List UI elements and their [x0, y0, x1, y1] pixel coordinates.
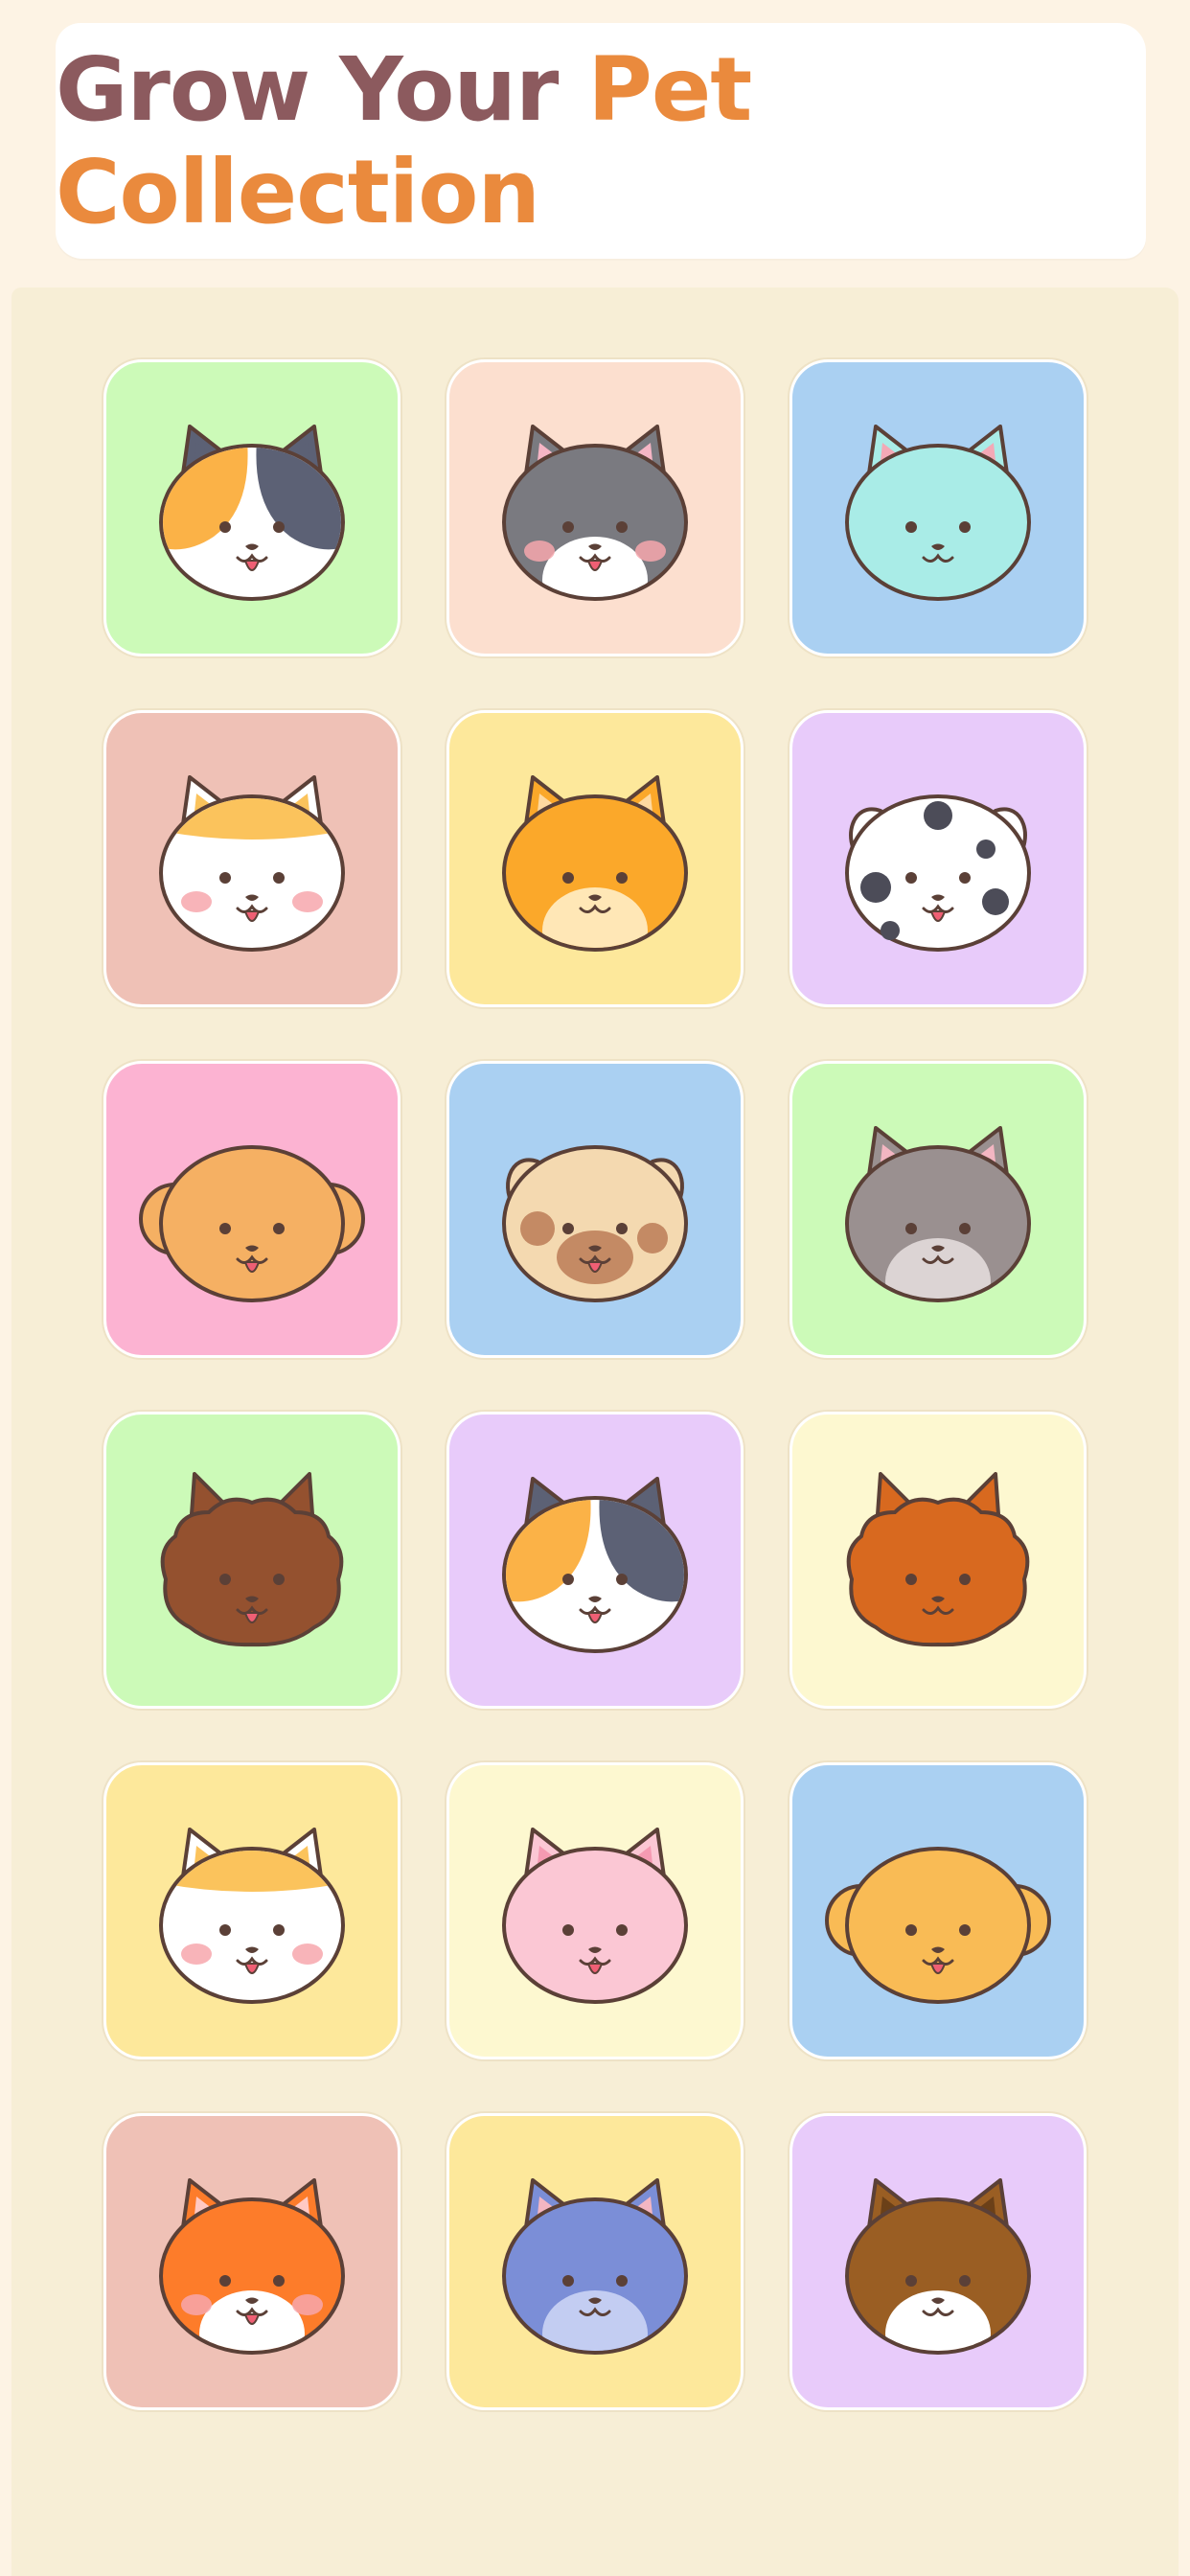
white-orange-dog-2-icon — [159, 1828, 345, 2004]
pet-tile-spotted-pup[interactable] — [446, 1061, 744, 1358]
pet-tile-poodle[interactable] — [103, 1061, 400, 1358]
spotted-pup-icon — [502, 1145, 688, 1302]
pet-grid — [103, 359, 1087, 2410]
pet-tile-terrier[interactable] — [103, 1412, 400, 1709]
pet-tile-white-orange-dog[interactable] — [103, 710, 400, 1007]
pet-tile-blue-cat[interactable] — [446, 2113, 744, 2410]
gray-tabby-icon — [845, 1126, 1031, 1302]
pet-tile-mint-cat[interactable] — [790, 359, 1087, 656]
pet-tile-tabby-cat[interactable] — [446, 710, 744, 1007]
pet-tile-calico-cat[interactable] — [103, 359, 400, 656]
pet-tile-poodle-2[interactable] — [790, 1762, 1087, 2059]
calico-cat-2-icon — [502, 1477, 688, 1653]
pet-tile-pomeranian[interactable] — [790, 1412, 1087, 1709]
pet-tile-brown-dog[interactable] — [790, 2113, 1087, 2410]
mint-cat-icon — [845, 425, 1031, 601]
title-banner: Grow Your Pet Collection — [56, 23, 1146, 259]
poodle-2-icon — [825, 1847, 1051, 2004]
pet-tile-pink-cat[interactable] — [446, 1762, 744, 2059]
pomeranian-icon — [846, 1472, 1030, 1647]
brown-dog-icon — [845, 2178, 1031, 2355]
pet-tile-gray-tabby[interactable] — [790, 1061, 1087, 1358]
white-orange-dog-icon — [159, 775, 345, 952]
dalmatian-dog-icon — [845, 794, 1031, 952]
gray-cat-icon — [502, 425, 688, 601]
calico-cat-icon — [159, 425, 345, 601]
pet-tile-gray-cat[interactable] — [446, 359, 744, 656]
pet-tile-fox[interactable] — [103, 2113, 400, 2410]
title-part-1: Grow Your — [56, 38, 588, 141]
tabby-cat-icon — [502, 775, 688, 952]
terrier-icon — [160, 1472, 344, 1647]
page-title: Grow Your Pet Collection — [56, 38, 1146, 243]
poodle-icon — [139, 1145, 365, 1302]
pink-cat-icon — [502, 1828, 688, 2004]
pet-tile-dalmatian-dog[interactable] — [790, 710, 1087, 1007]
pet-tile-calico-cat-2[interactable] — [446, 1412, 744, 1709]
blue-cat-icon — [502, 2178, 688, 2355]
pet-tile-white-orange-dog-2[interactable] — [103, 1762, 400, 2059]
fox-icon — [159, 2178, 345, 2355]
